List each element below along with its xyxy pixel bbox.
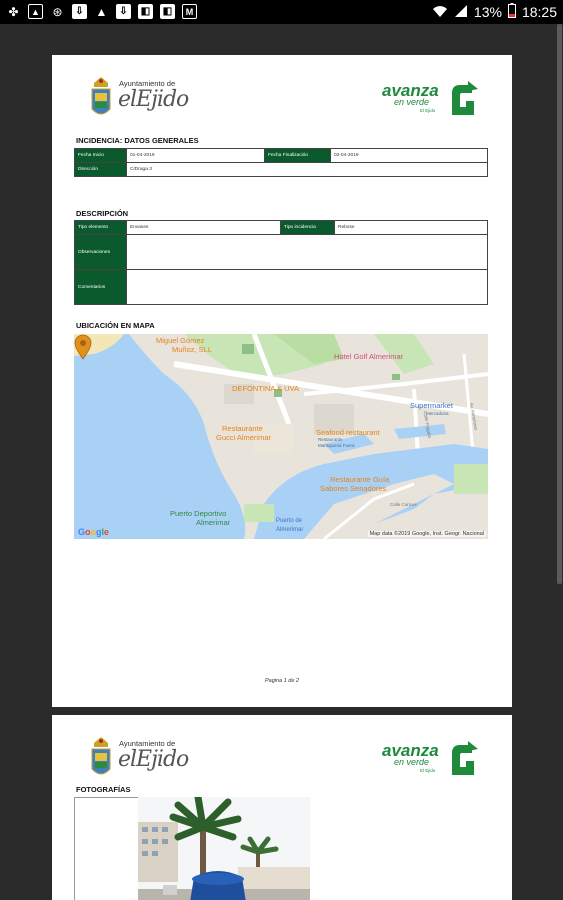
observaciones-value xyxy=(126,234,488,270)
town-shield-icon xyxy=(91,77,111,115)
map-label-miguel2: Muñoz, SLL xyxy=(172,345,213,354)
scrollbar[interactable] xyxy=(557,24,562,584)
map-label-puerto-de2: Almerimar xyxy=(276,527,304,533)
map-label-seafood2: Restaurante xyxy=(318,437,343,442)
map-label-puerto-de: Puerto de xyxy=(276,518,303,524)
tipo-elemento-value: Envases xyxy=(126,220,281,235)
location-map[interactable]: Miguel Gómez Muñoz, SLL Hotel Golf Almer… xyxy=(74,334,488,539)
mapa-title: UBICACIÓN EN MAPA xyxy=(76,321,155,330)
fecha-inicio-label: Fecha Inicio xyxy=(74,148,127,163)
system-icons: 13% 18:25 xyxy=(432,3,557,21)
map-label-calle-cancus: Calle Cancus xyxy=(390,502,417,507)
direccion-label: Dirección xyxy=(74,162,127,177)
puzzle-icon: ✤ xyxy=(8,4,19,19)
app4-icon: ◧ xyxy=(160,4,175,19)
app3-icon: ◧ xyxy=(138,4,153,19)
pdf-page-1: Ayuntamiento de elEjido avanza en verde … xyxy=(52,55,512,707)
avanza-logo: avanza en verde El Ejido xyxy=(382,81,478,117)
descripcion-table: Tipo elemento Envases Tipo incidencia Re… xyxy=(74,220,488,305)
brand-sub: en verde xyxy=(394,757,430,767)
descripcion-title: DESCRIPCIÓN xyxy=(76,209,129,218)
fotografias-title: FOTOGRAFÍAS xyxy=(76,785,131,794)
observaciones-label: Observaciones xyxy=(74,234,127,270)
fecha-finalizacion-value: 02-04-2019 xyxy=(330,148,488,163)
sync-icon: ⊛ xyxy=(52,4,63,19)
warning-icon: ▲ xyxy=(95,4,108,19)
page-footer: Pagina 1 de 2 xyxy=(265,678,299,684)
incidencia-title: INCIDENCIA: DATOS GENERALES xyxy=(76,136,199,145)
tipo-incidencia-label: Tipo incidencia xyxy=(280,220,335,235)
incident-photo[interactable] xyxy=(138,797,310,900)
clock: 18:25 xyxy=(521,4,557,20)
map-base xyxy=(74,334,488,539)
brand-tiny: El Ejido xyxy=(420,108,436,113)
map-label-seafood: Seafood restaurant xyxy=(316,428,380,437)
app-icon: ⇩ xyxy=(72,4,87,19)
map-label-guia: Restaurante Guía xyxy=(330,475,390,484)
fecha-finalizacion-label: Fecha Finalización xyxy=(264,148,331,163)
brand-sub: en verde xyxy=(394,97,430,107)
google-logo: Google xyxy=(78,527,110,537)
battery-percent: 13% xyxy=(473,4,502,20)
map-attribution: Map data ©2019 Google, Inst. Geogr. Naci… xyxy=(367,531,486,537)
pdf-page-2: Ayuntamiento de elEjido avanza en verde … xyxy=(52,715,512,900)
location-pin-icon xyxy=(74,334,92,360)
signal-icon xyxy=(454,4,468,21)
wifi-icon xyxy=(432,4,448,21)
town-shield-icon xyxy=(91,737,111,775)
status-bar: ✤ ▲ ⊛ ⇩ ▲ ⇩ ◧ ◧ M 13% 18:25 xyxy=(0,0,563,24)
brand-mark-icon xyxy=(452,741,478,775)
avanza-logo: avanza en verde El Ejido xyxy=(382,741,478,777)
comentarios-label: Comentarios xyxy=(74,269,127,305)
tipo-elemento-label: Tipo elemento xyxy=(74,220,127,235)
mail-icon: M xyxy=(182,4,197,19)
photo-frame xyxy=(74,797,140,900)
map-label-puerto2: Almerimar xyxy=(196,518,231,527)
brand-tiny: El Ejido xyxy=(420,768,436,773)
town-logo-script: elEjido xyxy=(118,87,189,112)
tipo-incidencia-value: Rebose xyxy=(334,220,488,235)
map-label-defontina: DEFONTINA & UVA xyxy=(232,384,299,393)
incidencia-table: Fecha Inicio 01-04-2019 Fecha Finalizaci… xyxy=(74,148,488,177)
battery-icon xyxy=(507,3,516,21)
notification-icons: ✤ ▲ ⊛ ⇩ ▲ ⇩ ◧ ◧ M xyxy=(6,4,197,19)
map-label-supermarket2: Mercadona xyxy=(426,411,449,416)
map-label-guia2: Sabores Senadores xyxy=(320,484,387,493)
direccion-value: C/Draga 3 xyxy=(126,162,488,177)
map-label-restaurante: Restaurante xyxy=(222,424,263,433)
map-label-puerto: Puerto Deportivo xyxy=(170,509,227,518)
comentarios-value xyxy=(126,269,488,305)
fecha-inicio-value: 01-04-2019 xyxy=(126,148,265,163)
map-label-supermarket: Supermarket xyxy=(410,401,453,410)
image-icon: ▲ xyxy=(28,4,43,19)
map-label-hotel: Hotel Golf Almerimar xyxy=(334,352,404,361)
town-logo-script: elEjido xyxy=(118,747,189,772)
map-label-restaurante2: Gucci Almerimar xyxy=(216,433,272,442)
map-label-miguel: Miguel Gómez xyxy=(156,336,205,345)
brand-mark-icon xyxy=(452,81,478,115)
map-label-seafood3: Marisqueria Fuera xyxy=(318,443,355,448)
app2-icon: ⇩ xyxy=(116,4,131,19)
